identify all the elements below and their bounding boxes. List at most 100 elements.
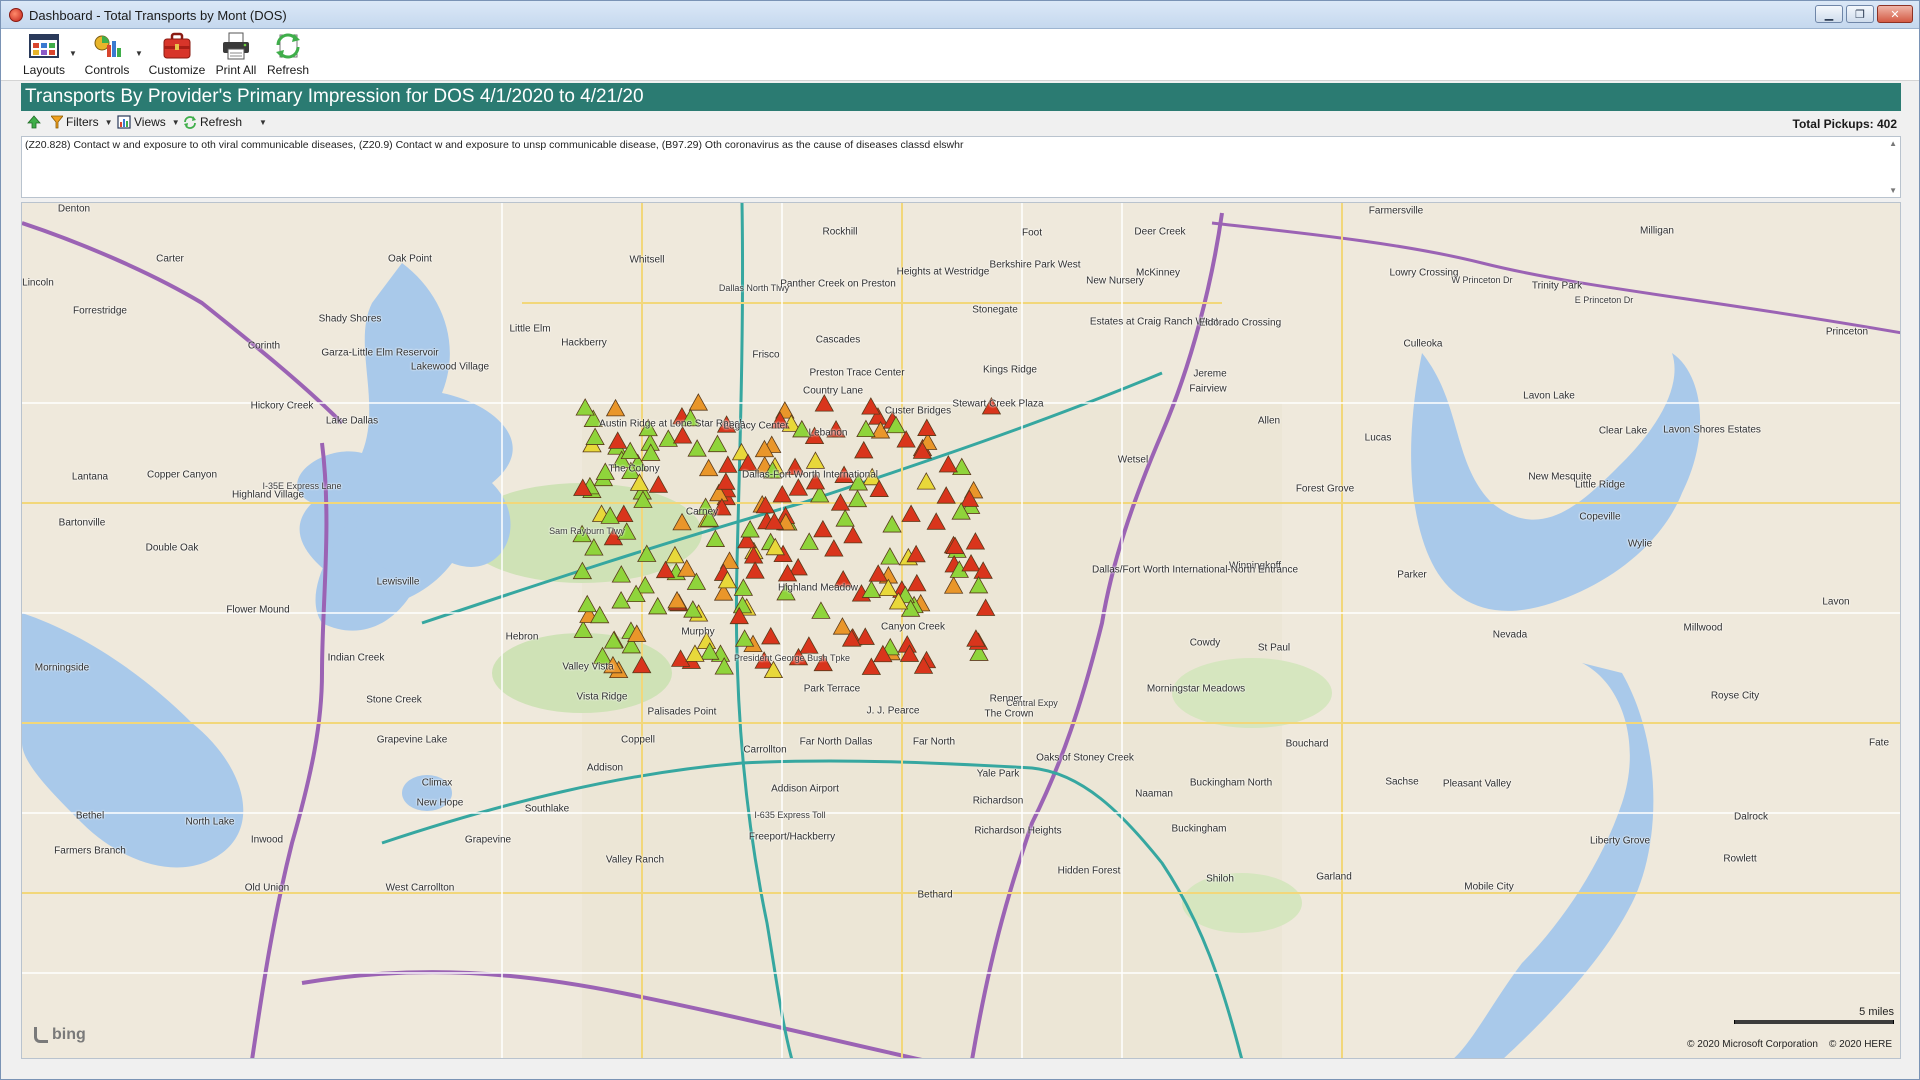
place-label: Parker xyxy=(1397,569,1427,581)
dashboard-header: Transports By Provider's Primary Impress… xyxy=(21,83,1901,111)
restore-button[interactable]: ❐ xyxy=(1846,5,1874,23)
scroll-up-icon[interactable]: ▲ xyxy=(1889,139,1897,148)
place-label: Nevada xyxy=(1492,629,1528,641)
scroll-down-icon[interactable]: ▼ xyxy=(1889,186,1897,195)
bing-logo-text: bing xyxy=(52,1026,86,1043)
bing-logo-icon xyxy=(34,1027,48,1043)
road-label: I-35E Express Lane xyxy=(262,481,342,491)
customize-button[interactable]: Customize xyxy=(147,31,207,79)
place-label: Eldorado Crossing xyxy=(1198,317,1282,329)
filters-caret-icon: ▼ xyxy=(104,117,113,127)
scale-label: 5 miles xyxy=(1859,1006,1894,1018)
place-label: Buckingham xyxy=(1171,823,1227,835)
place-label: Farmers Branch xyxy=(54,845,126,857)
views-menu[interactable]: Views ▼ xyxy=(117,115,180,129)
minimize-icon: ▁ xyxy=(1824,7,1834,21)
refresh-icon xyxy=(276,33,300,59)
place-label: J. J. Pearce xyxy=(866,705,920,717)
place-label: Lake Dallas xyxy=(325,415,379,427)
road-label: W Princeton Dr xyxy=(1451,275,1513,285)
minimize-button[interactable]: ▁ xyxy=(1815,5,1843,23)
road-label: Central Expy xyxy=(1006,698,1058,708)
place-label: Climax xyxy=(421,777,453,789)
title-bar[interactable]: Dashboard - Total Transports by Mont (DO… xyxy=(1,1,1919,29)
controls-icon xyxy=(94,35,121,57)
place-label: The Colony xyxy=(608,463,660,475)
place-label: Panther Creek on Preston xyxy=(780,278,896,290)
place-label: Grapevine Lake xyxy=(376,734,448,746)
place-label: Clear Lake xyxy=(1598,425,1648,437)
map-base xyxy=(22,203,1900,1058)
place-label: Hidden Forest xyxy=(1057,865,1121,877)
place-label: New Hope xyxy=(416,797,464,809)
print-all-label: Print All xyxy=(215,63,257,77)
place-label: Double Oak xyxy=(145,542,199,554)
place-label: Addison Airport xyxy=(771,783,839,795)
place-label: Richardson xyxy=(972,795,1024,807)
place-label: Shiloh xyxy=(1206,873,1234,885)
drill-up-button[interactable] xyxy=(27,115,41,129)
place-label: Garland xyxy=(1316,871,1352,883)
filters-menu[interactable]: Filters ▼ xyxy=(51,115,113,129)
place-label: Lakewood Village xyxy=(410,361,490,373)
place-label: Highland Meadow xyxy=(777,582,859,594)
place-label: Bethard xyxy=(917,889,953,901)
print-all-button[interactable]: Print All xyxy=(211,31,261,79)
road-label: President George Bush Tpke xyxy=(734,653,850,663)
controls-dropdown-arrow[interactable]: ▼ xyxy=(135,49,143,58)
place-label: Lincoln xyxy=(22,277,54,289)
place-label: Corinth xyxy=(247,340,281,352)
place-label: Trinity Park xyxy=(1531,280,1583,292)
print-icon xyxy=(223,32,249,60)
place-label: Cowdy xyxy=(1189,637,1221,649)
views-icon xyxy=(117,115,131,129)
place-label: Park Terrace xyxy=(803,683,861,695)
place-label: Naaman xyxy=(1135,788,1173,800)
controls-button[interactable]: Controls xyxy=(81,31,133,79)
place-label: Liberty Grove xyxy=(1589,835,1651,847)
copyright-here: © 2020 HERE xyxy=(1829,1039,1892,1050)
refresh-menu[interactable]: Refresh ▼ xyxy=(183,115,267,129)
place-label: Fairview xyxy=(1189,383,1227,395)
place-label: Coppell xyxy=(621,734,655,746)
place-label: Hackberry xyxy=(561,337,607,349)
place-label: Milligan xyxy=(1640,225,1674,237)
place-label: Cascades xyxy=(815,334,861,346)
place-label: Oaks of Stoney Creek xyxy=(1036,752,1134,764)
total-pickups: Total Pickups: 402 xyxy=(1793,117,1898,131)
place-label: Palisades Point xyxy=(647,706,717,718)
layouts-button[interactable]: Layouts xyxy=(21,31,67,79)
close-button[interactable]: ✕ xyxy=(1877,5,1913,23)
place-label: Morningstar Meadows xyxy=(1146,683,1246,695)
place-label: Inwood xyxy=(250,834,284,846)
controls-label: Controls xyxy=(84,63,130,77)
place-label: Allen xyxy=(1257,415,1281,427)
place-label: New Nursery xyxy=(1086,275,1144,287)
place-label: Custer Bridges xyxy=(884,405,952,417)
bing-logo[interactable]: bing xyxy=(34,1026,86,1044)
place-label: Lavon xyxy=(1822,596,1850,608)
up-arrow-icon xyxy=(27,115,41,129)
layouts-dropdown-arrow[interactable]: ▼ xyxy=(69,49,77,58)
place-label: Country Lane xyxy=(802,385,864,397)
impression-description-box[interactable]: (Z20.828) Contact w and exposure to oth … xyxy=(21,136,1901,198)
refresh-small-icon xyxy=(184,116,196,129)
total-pickups-label: Total Pickups: xyxy=(1792,117,1874,131)
place-label: Hickory Creek xyxy=(250,400,314,412)
place-label: Lavon Shores Estates xyxy=(1663,424,1761,436)
window-controls: ▁ ❐ ✕ xyxy=(1815,5,1913,23)
map-copyright: © 2020 Microsoft Corporation © 2020 HERE xyxy=(1687,1039,1892,1050)
place-label: Flower Mound xyxy=(226,604,290,616)
place-label: Oak Point xyxy=(388,253,432,265)
place-label: Jereme xyxy=(1193,368,1227,380)
place-label: Fate xyxy=(1868,737,1890,749)
place-label: Sachse xyxy=(1385,776,1419,788)
place-label: Stonegate xyxy=(972,304,1018,316)
place-label: Bouchard xyxy=(1285,738,1329,750)
customize-icon xyxy=(163,32,191,59)
place-label: Far North xyxy=(912,736,956,748)
place-label: Culleoka xyxy=(1403,338,1443,350)
refresh-button[interactable]: Refresh xyxy=(265,31,311,79)
map-view[interactable]: Denton Carter Oak Point Lincoln Forrestr… xyxy=(21,202,1901,1059)
place-label: Berkshire Park West xyxy=(989,259,1081,271)
